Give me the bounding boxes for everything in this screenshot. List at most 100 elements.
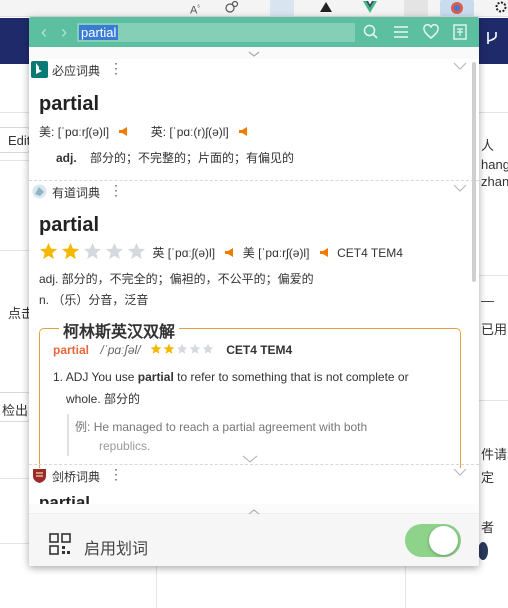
- def-pos: ADJ: [65, 370, 89, 384]
- star-empty-icon: [83, 242, 102, 260]
- star-filled-icon: [150, 343, 162, 354]
- divider: [405, 566, 406, 608]
- divider: [0, 160, 30, 161]
- toggle-knob: [429, 526, 458, 555]
- definition-text: 部分的；不完整的；片面的；有偏见的: [90, 151, 295, 165]
- youdao-sense: n. （乐）分音，泛音: [39, 293, 149, 307]
- youdao-star-rating: [39, 242, 152, 260]
- collins-title: 柯林斯英汉双解: [59, 318, 180, 342]
- youdao-dict-header[interactable]: 有道词典 ⋮: [29, 181, 479, 203]
- forward-button[interactable]: ›: [55, 22, 73, 42]
- right-label: —: [481, 293, 494, 308]
- divider: [0, 543, 30, 544]
- example-label: 例:: [75, 420, 91, 434]
- search-query: partial: [79, 25, 119, 40]
- avatar[interactable]: [478, 542, 488, 560]
- collins-definition: 1. ADJ You use partial to refer to somet…: [53, 370, 409, 384]
- star-empty-icon: [127, 242, 146, 260]
- example-quote-bar: [67, 414, 69, 456]
- divider: [0, 478, 30, 479]
- youdao-phonetics: 英 [ˈpɑːʃ(ə)l] 美 [ˈpɑːrʃ(ə)l] CET4 TEM4: [39, 242, 403, 261]
- collins-star-rating: [150, 343, 218, 357]
- collapse-chevron-icon[interactable]: [453, 61, 467, 73]
- more-options-icon[interactable]: ⋮: [109, 182, 123, 199]
- cambridge-dict-name: 剑桥词典: [52, 470, 101, 484]
- us-label: 美: [242, 246, 255, 260]
- star-empty-icon: [105, 242, 124, 260]
- edit-label: Edit: [8, 133, 31, 148]
- divider: [479, 112, 508, 113]
- speaker-icon[interactable]: [238, 126, 249, 137]
- search-icon[interactable]: [361, 22, 381, 42]
- def-keyword: partial: [137, 370, 174, 384]
- def-text: to refer to something that is not comple…: [177, 370, 409, 384]
- cambridge-dict-header[interactable]: 剑桥词典 ⋮: [29, 465, 479, 487]
- divider: [0, 112, 30, 113]
- extension-placeholder-icon[interactable]: [404, 0, 428, 16]
- cambridge-logo-icon: [31, 467, 48, 484]
- more-options-icon[interactable]: ⋮: [109, 466, 123, 483]
- star-filled-icon: [163, 343, 175, 354]
- collapse-chevron-icon[interactable]: [453, 183, 467, 195]
- exam-tags: CET4 TEM4: [226, 343, 293, 357]
- bing-dict-header[interactable]: 必应词典 ⋮: [29, 59, 479, 81]
- uk-label: 英:: [150, 125, 167, 139]
- right-label: 定: [481, 470, 495, 485]
- bing-logo-icon: [31, 61, 48, 78]
- cat-extension-icon[interactable]: [318, 0, 334, 16]
- right-label: 者: [481, 520, 495, 535]
- speaker-icon[interactable]: [319, 247, 330, 258]
- extension-icon[interactable]: [222, 0, 240, 16]
- settings-gear-icon[interactable]: [494, 0, 508, 16]
- back-button[interactable]: ‹: [35, 22, 53, 42]
- uk-label: 英: [152, 246, 165, 260]
- search-input[interactable]: partial: [77, 23, 355, 42]
- divider: [156, 566, 157, 608]
- collins-example-cont: republics.: [99, 439, 151, 453]
- youdao-dict-name: 有道词典: [52, 186, 101, 200]
- exam-tags: CET4 TEM4: [337, 246, 403, 260]
- collins-phonetic: /ˈpɑːʃəl/: [100, 343, 141, 357]
- menu-icon[interactable]: [391, 22, 411, 42]
- collins-definition-cont: whole. 部分的: [66, 392, 141, 406]
- page-header-left: [0, 18, 30, 64]
- expand-all-bar[interactable]: [29, 47, 479, 59]
- us-label: 美:: [39, 125, 55, 139]
- right-label: 件请求: [481, 447, 508, 462]
- star-empty-icon: [202, 343, 214, 354]
- us-phonetic: [ˈpɑːrʃ(ə)l]: [258, 246, 310, 260]
- bing-dict-name: 必应词典: [52, 64, 101, 78]
- collapse-chevron-icon[interactable]: [453, 467, 467, 479]
- dictionary-popup: ‹ › partial 必应词典 ⋮ partial 美: [ˈpɑːrʃ(ə)…: [29, 17, 479, 566]
- speaker-icon[interactable]: [224, 247, 235, 258]
- right-label: zhan: [481, 174, 508, 189]
- part-of-speech: adj.: [56, 151, 77, 165]
- enable-selection-toggle[interactable]: [405, 524, 461, 557]
- bing-phonetics: 美: [ˈpɑːrʃ(ə)l] 英: [ˈpɑː(r)ʃ(ə)l]: [39, 123, 253, 140]
- speaker-icon[interactable]: [118, 126, 129, 137]
- collins-headword: partial: [53, 343, 90, 357]
- dictionary-extension-icon[interactable]: [440, 0, 474, 16]
- star-filled-icon: [61, 242, 80, 260]
- scrollbar[interactable]: [472, 62, 476, 282]
- ocr-extension-icon[interactable]: [270, 0, 294, 16]
- right-label: 人: [481, 138, 495, 153]
- enable-selection-label: 启用划词: [84, 541, 149, 558]
- bing-headword: partial: [39, 93, 100, 115]
- branch-icon[interactable]: [484, 30, 500, 50]
- reader-mode-icon[interactable]: Aˢ: [190, 0, 200, 17]
- uk-phonetic: [ˈpɑː(r)ʃ(ə)l]: [169, 125, 229, 139]
- qr-code-icon[interactable]: [49, 533, 71, 558]
- vue-devtools-icon[interactable]: [362, 0, 378, 16]
- uk-phonetic: [ˈpɑːʃ(ə)l]: [167, 246, 216, 260]
- collins-example: 例: He managed to reach a partial agreeme…: [75, 418, 367, 435]
- more-options-icon[interactable]: ⋮: [109, 60, 123, 77]
- us-phonetic: [ˈpɑːrʃ(ə)l]: [57, 125, 110, 139]
- collapse-up-bar[interactable]: [29, 504, 479, 515]
- divider: [479, 400, 508, 401]
- pin-window-icon[interactable]: [450, 22, 470, 42]
- def-text: You use: [91, 370, 135, 384]
- star-filled-icon: [39, 242, 58, 260]
- favorite-heart-icon[interactable]: [421, 22, 441, 42]
- example-text: He managed to reach a partial agreement …: [93, 420, 368, 434]
